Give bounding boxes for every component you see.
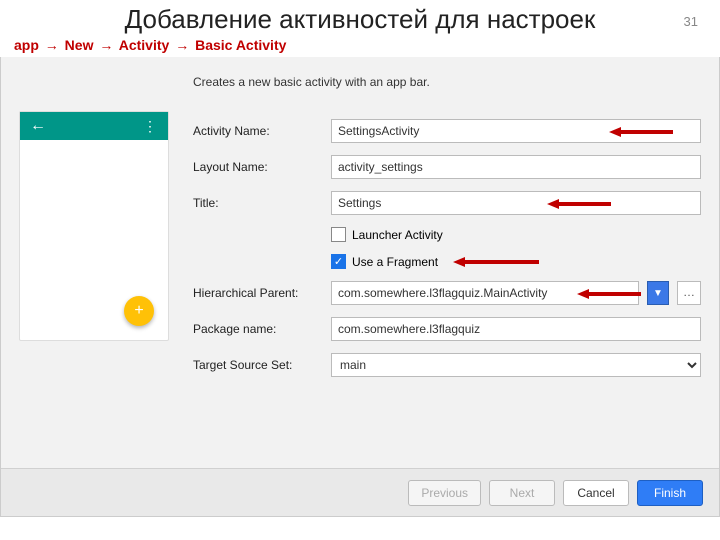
dialog-footer: Previous Next Cancel Finish bbox=[1, 468, 719, 516]
page-title: Добавление активностей для настроек bbox=[0, 0, 720, 35]
breadcrumb-sep: → bbox=[97, 37, 115, 53]
title-input[interactable] bbox=[331, 191, 701, 215]
parent-browse-button[interactable]: … bbox=[677, 281, 701, 305]
previous-button[interactable]: Previous bbox=[408, 480, 481, 506]
back-arrow-icon: ← bbox=[30, 117, 46, 135]
package-name-input[interactable] bbox=[331, 317, 701, 341]
page-number: 31 bbox=[684, 14, 698, 29]
package-name-label: Package name: bbox=[193, 322, 323, 336]
breadcrumb-item: New bbox=[65, 37, 94, 53]
preview-appbar: ← ⋮ bbox=[20, 112, 168, 140]
target-source-set-select[interactable]: main bbox=[331, 353, 701, 377]
activity-name-input[interactable] bbox=[331, 119, 701, 143]
activity-name-label: Activity Name: bbox=[193, 124, 323, 138]
annotation-arrow-icon bbox=[453, 257, 539, 265]
breadcrumb-sep: → bbox=[173, 37, 191, 53]
overflow-menu-icon: ⋮ bbox=[143, 118, 158, 135]
new-activity-dialog: ← ⋮ + Creates a new basic activity with … bbox=[0, 57, 720, 517]
hierarchical-parent-label: Hierarchical Parent: bbox=[193, 286, 323, 300]
activity-form: Creates a new basic activity with an app… bbox=[193, 75, 701, 468]
layout-name-label: Layout Name: bbox=[193, 160, 323, 174]
next-button[interactable]: Next bbox=[489, 480, 555, 506]
breadcrumb-item: Basic Activity bbox=[195, 37, 286, 53]
cancel-button[interactable]: Cancel bbox=[563, 480, 629, 506]
chevron-down-icon: ▼ bbox=[653, 288, 663, 299]
hierarchical-parent-input[interactable] bbox=[331, 281, 639, 305]
dialog-description: Creates a new basic activity with an app… bbox=[193, 75, 701, 107]
title-label: Title: bbox=[193, 196, 323, 210]
breadcrumb-item: Activity bbox=[119, 37, 170, 53]
breadcrumb-item: app bbox=[14, 37, 39, 53]
finish-button[interactable]: Finish bbox=[637, 480, 703, 506]
breadcrumb: app → New → Activity → Basic Activity bbox=[0, 35, 720, 57]
launcher-activity-checkbox[interactable] bbox=[331, 227, 346, 242]
activity-preview: ← ⋮ + bbox=[19, 111, 169, 341]
use-fragment-checkbox[interactable] bbox=[331, 254, 346, 269]
target-source-set-label: Target Source Set: bbox=[193, 358, 323, 372]
launcher-activity-label: Launcher Activity bbox=[352, 228, 443, 242]
breadcrumb-sep: → bbox=[43, 37, 61, 53]
fab-icon: + bbox=[124, 296, 154, 326]
layout-name-input[interactable] bbox=[331, 155, 701, 179]
use-fragment-label: Use a Fragment bbox=[352, 255, 438, 269]
ellipsis-icon: … bbox=[683, 285, 695, 299]
parent-dropdown-button[interactable]: ▼ bbox=[647, 281, 669, 305]
